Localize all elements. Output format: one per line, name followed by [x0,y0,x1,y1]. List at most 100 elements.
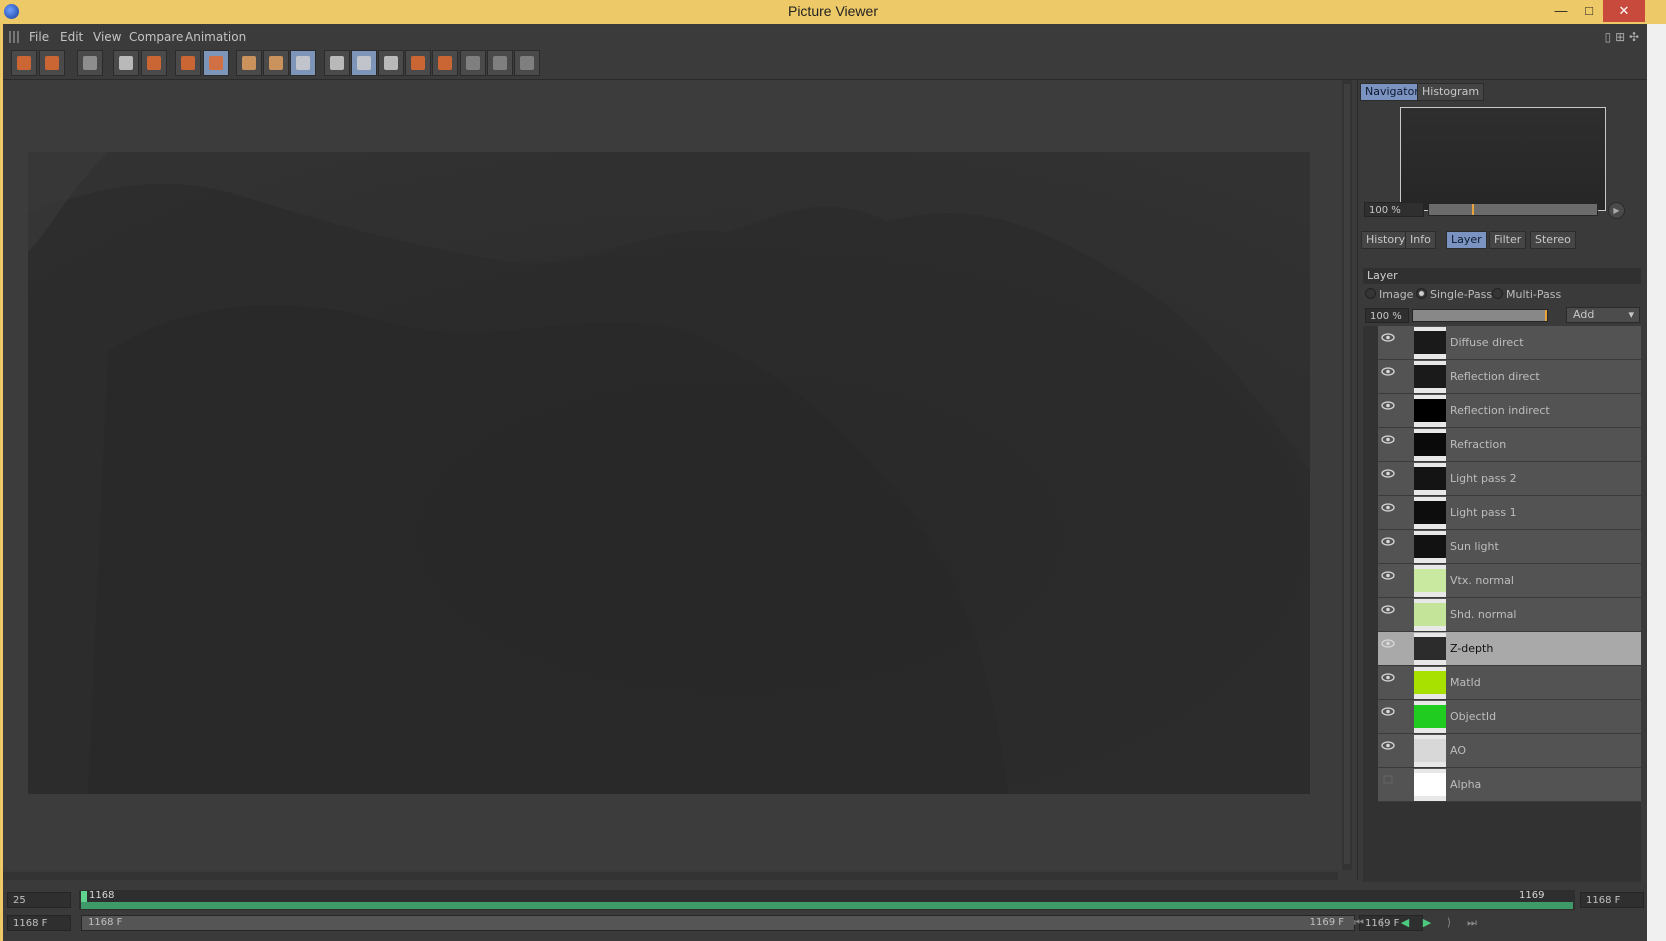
compare-button[interactable] [290,50,316,76]
menu-compare[interactable]: Compare [129,30,183,44]
eye-icon[interactable] [1381,502,1395,512]
save-button[interactable] [39,50,65,76]
open-button[interactable] [11,50,37,76]
eye-icon[interactable] [1381,468,1395,478]
layout-3-button[interactable] [514,50,540,76]
mode-single-pass-radio[interactable]: Single-Pass [1416,288,1492,301]
maximize-button[interactable]: □ [1577,0,1601,22]
ab-split-button[interactable] [351,50,377,76]
current-frame-field[interactable]: 1168 F [7,915,71,931]
eye-icon[interactable] [1381,400,1395,410]
layer-name: AO [1450,744,1466,757]
play-icon[interactable]: ▶ [1419,916,1435,930]
side-panel: Navigator Histogram 100 % ▶ History Info… [1357,80,1646,882]
copy-button[interactable] [175,50,201,76]
end-frame-field[interactable]: 1168 F [1580,892,1644,908]
menu-file[interactable]: File [29,30,49,44]
set-b-button[interactable] [432,50,458,76]
tab-filter[interactable]: Filter [1489,231,1527,249]
fps-field[interactable]: 25 [7,892,71,908]
ab-swap-button[interactable] [378,50,404,76]
layer-row[interactable]: Shd. normal [1378,598,1641,632]
eye-icon[interactable] [1381,706,1395,716]
eye-hidden-icon[interactable] [1381,774,1395,784]
layer-row[interactable]: AO [1378,734,1641,768]
menu-edit[interactable]: Edit [60,30,83,44]
set-a-button[interactable] [405,50,431,76]
preview-range-slider[interactable]: 1168 F 1169 F [81,915,1355,931]
preview-max-field[interactable]: 1169 F [1359,915,1423,931]
image-viewport[interactable] [3,80,1343,870]
tab-stereo[interactable]: Stereo [1530,231,1576,249]
eye-icon[interactable] [1381,672,1395,682]
eye-icon[interactable] [1381,366,1395,376]
close-button[interactable]: ✕ [1603,0,1645,22]
prev-key-icon[interactable]: ⟨ [1374,916,1390,930]
grid-button[interactable] [77,50,103,76]
menu-animation[interactable]: Animation [185,30,246,44]
tab-navigator[interactable]: Navigator [1360,83,1424,101]
layer-row[interactable]: Refraction [1378,428,1641,462]
navigator-zoom-slider[interactable] [1428,203,1598,216]
navigator-menu-icon[interactable]: ▶ [1608,202,1625,219]
layer-opacity-slider[interactable] [1412,309,1548,322]
region-button[interactable] [113,50,139,76]
timeline-track[interactable]: 1168 1169 [79,890,1575,910]
timeline-playhead[interactable] [81,891,87,902]
tab-histogram[interactable]: Histogram [1417,83,1485,101]
mode-multi-pass-radio[interactable]: Multi-Pass [1492,288,1561,301]
layer-row[interactable]: Diffuse direct [1378,326,1641,360]
navigator-zoom-field[interactable]: 100 % [1364,202,1424,217]
eye-icon[interactable] [1381,332,1395,342]
eye-icon[interactable] [1381,434,1395,444]
export-button[interactable] [141,50,167,76]
layer-row[interactable]: Z-depth [1378,632,1641,666]
eye-icon[interactable] [1381,536,1395,546]
range-end-label: 1169 F [1309,917,1344,928]
layer-row[interactable]: Vtx. normal [1378,564,1641,598]
mode-image-radio[interactable]: Image [1365,288,1413,301]
eye-icon[interactable] [1381,604,1395,614]
layout-controls-icon[interactable]: ▯ ⊞ ✣ [1579,30,1639,44]
minimize-button[interactable]: — [1549,0,1573,22]
zoom-slider-handle[interactable] [1472,204,1474,215]
ab-toggle-button[interactable] [324,50,350,76]
tab-history[interactable]: History [1361,231,1411,249]
layer-row[interactable]: Light pass 2 [1378,462,1641,496]
go-end-icon[interactable]: ⏭ [1464,916,1480,930]
frame-a-button[interactable] [236,50,262,76]
menu-view[interactable]: View [93,30,121,44]
play-back-icon[interactable]: ◀ [1397,916,1413,930]
tab-info[interactable]: Info [1405,231,1436,249]
radio-dot-icon[interactable] [1365,288,1376,299]
navigator-thumbnail[interactable] [1400,107,1606,211]
layout-2-button[interactable] [487,50,513,76]
eye-icon[interactable] [1381,570,1395,580]
menu-grip-icon[interactable] [9,31,19,43]
layer-row[interactable]: Light pass 1 [1378,496,1641,530]
viewport-vertical-scrollbar[interactable] [1342,80,1352,870]
frame-b-icon [269,56,283,70]
layer-opacity-field[interactable]: 100 % [1365,308,1409,323]
layer-row[interactable]: Reflection direct [1378,360,1641,394]
layout-1-button[interactable] [460,50,486,76]
go-start-icon[interactable]: ⏮ [1351,916,1367,930]
eye-icon[interactable] [1381,638,1395,648]
radio-dot-icon[interactable] [1416,288,1427,299]
layer-row[interactable]: Reflection indirect [1378,394,1641,428]
paste-button[interactable] [203,50,229,76]
next-key-icon[interactable]: ⟩ [1441,916,1457,930]
eye-icon[interactable] [1381,740,1395,750]
add-layer-dropdown[interactable]: Add ▾ [1566,307,1640,323]
layer-row[interactable]: ObjectId [1378,700,1641,734]
layer-row[interactable]: Sun light [1378,530,1641,564]
frame-b-button[interactable] [263,50,289,76]
tab-layer[interactable]: Layer [1446,231,1487,249]
scrollbar-thumb[interactable] [1344,84,1350,864]
radio-dot-icon[interactable] [1492,288,1503,299]
layer-row[interactable]: Alpha [1378,768,1641,802]
layer-row[interactable]: MatId [1378,666,1641,700]
viewport-horizontal-scrollbar[interactable] [3,872,1338,880]
layer-name: Z-depth [1450,642,1494,655]
opacity-slider-handle[interactable] [1545,310,1547,321]
